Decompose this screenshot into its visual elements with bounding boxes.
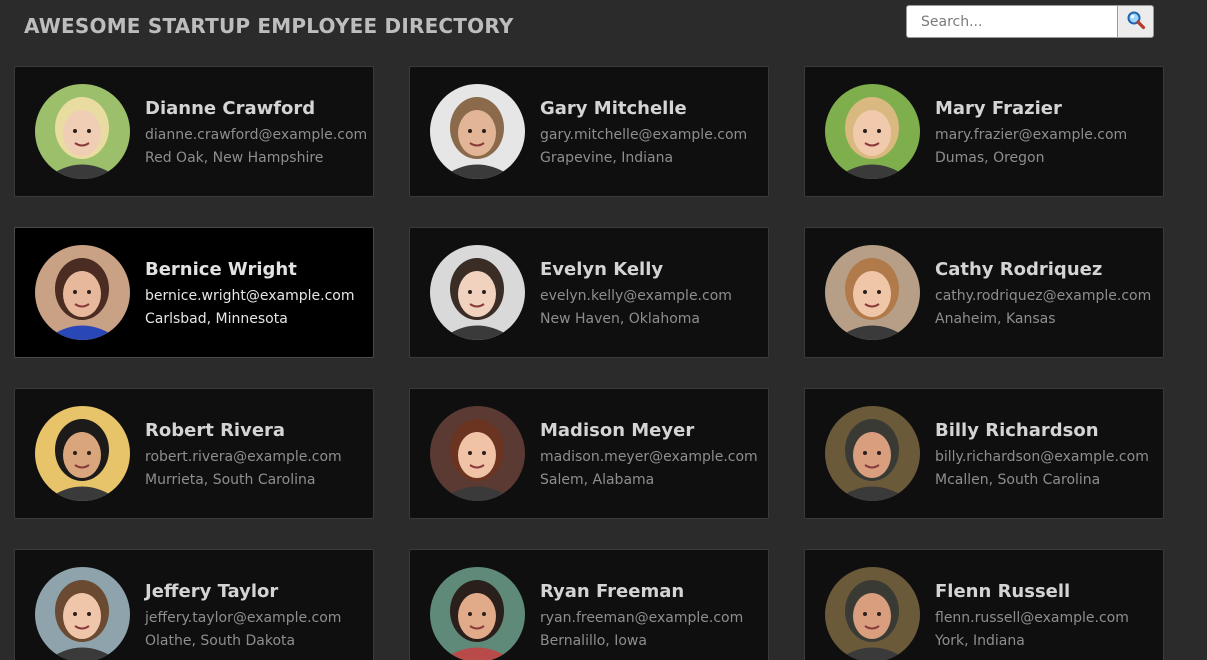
employee-location: Salem, Alabama bbox=[540, 471, 655, 488]
employee-name: Robert Rivera bbox=[145, 419, 286, 441]
employee-email: ryan.freeman@example.com bbox=[540, 609, 744, 626]
avatar bbox=[825, 567, 920, 660]
employee-name: Ryan Freeman bbox=[540, 580, 685, 602]
employee-info: Mary Frazier mary.frazier@example.com Duma… bbox=[935, 98, 1127, 166]
avatar bbox=[825, 245, 920, 340]
employee-name: Mary Frazier bbox=[935, 97, 1062, 119]
employee-name: Cathy Rodriquez bbox=[935, 258, 1103, 280]
employee-card[interactable]: Flenn Russell flenn.russell@example.com Yo… bbox=[804, 549, 1164, 660]
employee-location: Anaheim, Kansas bbox=[935, 310, 1056, 327]
avatar bbox=[430, 245, 525, 340]
employee-name: Billy Richardson bbox=[935, 419, 1099, 441]
employee-card[interactable]: Ryan Freeman ryan.freeman@example.com Bern… bbox=[409, 549, 769, 660]
page-title: AWESOME STARTUP EMPLOYEE DIRECTORY bbox=[24, 14, 514, 38]
avatar bbox=[825, 406, 920, 501]
magnifier-icon bbox=[1126, 10, 1146, 33]
employee-card[interactable]: Gary Mitchelle gary.mitchelle@example.com… bbox=[409, 66, 769, 197]
employee-name: Jeffery Taylor bbox=[145, 580, 279, 602]
employee-email: robert.rivera@example.com bbox=[145, 448, 342, 465]
search-button[interactable] bbox=[1118, 5, 1154, 38]
search-input[interactable] bbox=[906, 5, 1118, 38]
employee-grid: Dianne Crawford dianne.crawford@example.c… bbox=[14, 66, 1164, 660]
employee-info: Gary Mitchelle gary.mitchelle@example.com… bbox=[540, 98, 747, 166]
employee-info: Flenn Russell flenn.russell@example.com Yo… bbox=[935, 581, 1129, 649]
employee-location: Mcallen, South Carolina bbox=[935, 471, 1101, 488]
employee-location: Murrieta, South Carolina bbox=[145, 471, 316, 488]
employee-location: Carlsbad, Minnesota bbox=[145, 310, 288, 327]
employee-email: mary.frazier@example.com bbox=[935, 126, 1128, 143]
employee-card[interactable]: Bernice Wright bernice.wright@example.com… bbox=[14, 227, 374, 358]
employee-name: Gary Mitchelle bbox=[540, 97, 687, 119]
employee-info: Ryan Freeman ryan.freeman@example.com Bern… bbox=[540, 581, 743, 649]
employee-location: Red Oak, New Hampshire bbox=[145, 149, 324, 166]
employee-location: Olathe, South Dakota bbox=[145, 632, 296, 649]
employee-info: Jeffery Taylor jeffery.taylor@example.com… bbox=[145, 581, 341, 649]
employee-info: Billy Richardson billy.richardson@example… bbox=[935, 420, 1149, 488]
employee-info: Evelyn Kelly evelyn.kelly@example.com New … bbox=[540, 259, 732, 327]
employee-info: Cathy Rodriquez cathy.rodriquez@example.c… bbox=[935, 259, 1151, 327]
employee-location: New Haven, Oklahoma bbox=[540, 310, 701, 327]
employee-email: dianne.crawford@example.com bbox=[145, 126, 368, 143]
employee-name: Bernice Wright bbox=[145, 258, 297, 280]
employee-info: Bernice Wright bernice.wright@example.com… bbox=[145, 259, 355, 327]
search-form bbox=[906, 5, 1154, 38]
avatar bbox=[35, 245, 130, 340]
employee-name: Evelyn Kelly bbox=[540, 258, 664, 280]
employee-card[interactable]: Billy Richardson billy.richardson@example… bbox=[804, 388, 1164, 519]
employee-email: bernice.wright@example.com bbox=[145, 287, 355, 304]
employee-name: Flenn Russell bbox=[935, 580, 1071, 602]
avatar bbox=[430, 567, 525, 660]
employee-email: madison.meyer@example.com bbox=[540, 448, 758, 465]
avatar bbox=[430, 84, 525, 179]
employee-location: Dumas, Oregon bbox=[935, 149, 1045, 166]
employee-email: jeffery.taylor@example.com bbox=[145, 609, 342, 626]
employee-location: Bernalillo, Iowa bbox=[540, 632, 647, 649]
employee-email: evelyn.kelly@example.com bbox=[540, 287, 732, 304]
employee-card[interactable]: Jeffery Taylor jeffery.taylor@example.com… bbox=[14, 549, 374, 660]
employee-email: cathy.rodriquez@example.com bbox=[935, 287, 1152, 304]
directory-page: AWESOME STARTUP EMPLOYEE DIRECTORY Diann… bbox=[0, 0, 1207, 660]
employee-card[interactable]: Robert Rivera robert.rivera@example.com Mu… bbox=[14, 388, 374, 519]
employee-location: York, Indiana bbox=[935, 632, 1025, 649]
employee-info: Robert Rivera robert.rivera@example.com Mu… bbox=[145, 420, 342, 488]
employee-card[interactable]: Madison Meyer madison.meyer@example.com Sa… bbox=[409, 388, 769, 519]
avatar bbox=[430, 406, 525, 501]
employee-info: Madison Meyer madison.meyer@example.com Sa… bbox=[540, 420, 758, 488]
avatar bbox=[35, 406, 130, 501]
avatar bbox=[35, 567, 130, 660]
employee-card[interactable]: Dianne Crawford dianne.crawford@example.c… bbox=[14, 66, 374, 197]
employee-location: Grapevine, Indiana bbox=[540, 149, 674, 166]
avatar bbox=[825, 84, 920, 179]
employee-info: Dianne Crawford dianne.crawford@example.c… bbox=[145, 98, 367, 166]
employee-email: billy.richardson@example.com bbox=[935, 448, 1149, 465]
employee-card[interactable]: Cathy Rodriquez cathy.rodriquez@example.c… bbox=[804, 227, 1164, 358]
employee-email: flenn.russell@example.com bbox=[935, 609, 1129, 626]
employee-card[interactable]: Evelyn Kelly evelyn.kelly@example.com New … bbox=[409, 227, 769, 358]
avatar bbox=[35, 84, 130, 179]
employee-name: Madison Meyer bbox=[540, 419, 695, 441]
employee-email: gary.mitchelle@example.com bbox=[540, 126, 748, 143]
employee-card[interactable]: Mary Frazier mary.frazier@example.com Duma… bbox=[804, 66, 1164, 197]
employee-name: Dianne Crawford bbox=[145, 97, 316, 119]
